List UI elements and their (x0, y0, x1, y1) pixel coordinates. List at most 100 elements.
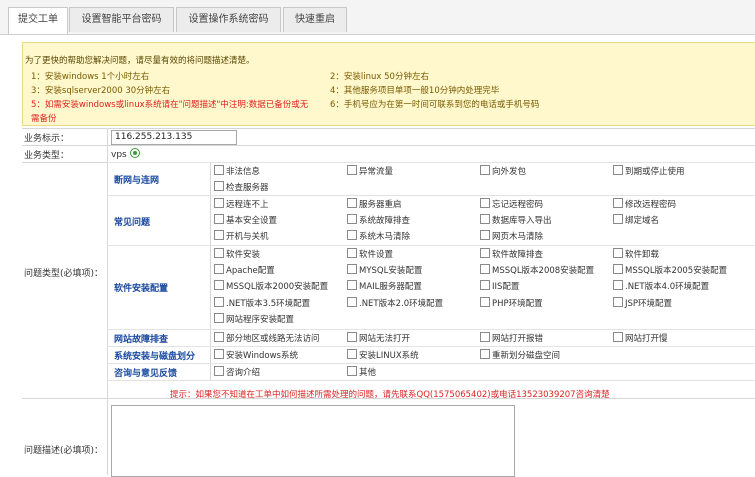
option-label: 系统故障排查 (359, 216, 411, 226)
option-label: 服务器重启 (359, 200, 402, 210)
option-label: 软件设置 (359, 250, 394, 260)
option-label: 安装LINUX系统 (359, 351, 419, 361)
option-checkbox[interactable]: 网页木马清除 (480, 230, 543, 242)
option-label: 绑定域名 (625, 216, 660, 226)
notice-item: 4：其他服务项目单项一般10分钟内处理完毕 (330, 86, 500, 96)
option-label: PHP环境配置 (492, 299, 543, 309)
option-checkbox[interactable]: .NET版本2.0环境配置 (347, 297, 443, 309)
option-checkbox[interactable]: 安装LINUX系统 (347, 349, 419, 361)
option-checkbox[interactable]: JSP环境配置 (613, 297, 672, 309)
option-checkbox[interactable]: 基本安全设置 (214, 214, 277, 226)
option-checkbox[interactable]: 部分地区或线路无法访问 (214, 332, 320, 344)
option-label: 软件故障排查 (492, 250, 544, 260)
notice-item: 1：安装windows 1个小时左右 (31, 72, 150, 82)
option-label: MSSQL版本2005安装配置 (625, 266, 728, 276)
checkbox-icon (347, 248, 357, 258)
checkbox-icon (347, 349, 357, 359)
option-label: 软件卸载 (625, 250, 660, 260)
notice-item: 3：安装sqlserver2000 30分钟左右 (31, 86, 171, 96)
notice-item: 需备份 (31, 114, 57, 124)
checkbox-icon (214, 332, 224, 342)
tab-os-password[interactable]: 设置操作系统密码 (176, 7, 281, 32)
checkbox-icon (480, 198, 490, 208)
option-checkbox[interactable]: 咨询介绍 (214, 366, 260, 378)
biz-id-label: 业务标示： (24, 134, 70, 144)
option-label: 网站打开报错 (492, 334, 544, 344)
option-checkbox[interactable]: 重新划分磁盘空间 (480, 349, 560, 361)
option-label: 开机与关机 (226, 232, 269, 242)
checkbox-icon (613, 248, 623, 258)
option-checkbox[interactable]: 服务器重启 (347, 198, 402, 210)
option-checkbox[interactable]: 开机与关机 (214, 230, 269, 242)
option-checkbox[interactable]: 绑定域名 (613, 214, 659, 226)
option-checkbox[interactable]: 系统木马清除 (347, 230, 410, 242)
option-checkbox[interactable]: .NET版本4.0环境配置 (613, 280, 709, 292)
option-label: 其他 (359, 368, 377, 378)
option-checkbox[interactable]: Apache配置 (214, 264, 275, 276)
option-label: .NET版本3.5环境配置 (226, 299, 311, 309)
tab-submit-ticket[interactable]: 提交工单 (8, 7, 68, 34)
notice-item: 5：如需安装windows或linux系统请在"问题描述"中注明:数据已备份或无 (31, 100, 309, 110)
checkbox-icon (347, 297, 357, 307)
option-checkbox[interactable]: MSSQL版本2000安装配置 (214, 280, 328, 292)
option-checkbox[interactable]: 网站打开报错 (480, 332, 543, 344)
option-label: MSSQL版本2000安装配置 (226, 282, 329, 292)
option-label: 咨询介绍 (226, 368, 261, 378)
option-label: 安装Windows系统 (226, 351, 298, 361)
option-label: 部分地区或线路无法访问 (226, 334, 320, 344)
option-checkbox[interactable]: 其他 (347, 366, 376, 378)
option-checkbox[interactable]: MAIL服务器配置 (347, 280, 422, 292)
option-label: 数据库导入导出 (492, 216, 552, 226)
option-label: 软件安装 (226, 250, 261, 260)
checkbox-icon (214, 313, 224, 323)
tab-quick-restart[interactable]: 快速重启 (283, 7, 347, 32)
option-checkbox[interactable]: 数据库导入导出 (480, 214, 552, 226)
option-checkbox[interactable]: IIS配置 (480, 280, 519, 292)
row-divider (22, 145, 755, 146)
option-checkbox[interactable]: 网站打开慢 (613, 332, 668, 344)
option-checkbox[interactable]: 软件安装 (214, 248, 260, 260)
option-checkbox[interactable]: 检查服务器 (214, 181, 269, 193)
biz-id-input[interactable]: 116.255.213.135 (111, 130, 237, 145)
option-checkbox[interactable]: 安装Windows系统 (214, 349, 298, 361)
option-label: MAIL服务器配置 (359, 282, 422, 292)
option-checkbox[interactable]: 到期或停止使用 (613, 165, 685, 177)
option-checkbox[interactable]: 软件设置 (347, 248, 393, 260)
column-divider (107, 128, 108, 475)
option-checkbox[interactable]: MYSQL安装配置 (347, 264, 422, 276)
help-tip: 提示：如果您不知道在工单中如何描述所需处理的问题，请先联系QQ(15750654… (170, 390, 610, 400)
biz-type-radio[interactable]: vps (111, 148, 140, 160)
option-checkbox[interactable]: 修改远程密码 (613, 198, 676, 210)
option-checkbox[interactable]: 网站无法打开 (347, 332, 410, 344)
option-checkbox[interactable]: 软件卸载 (613, 248, 659, 260)
option-checkbox[interactable]: MSSQL版本2005安装配置 (613, 264, 727, 276)
checkbox-icon (214, 230, 224, 240)
row-divider (107, 363, 755, 364)
option-label: JSP环境配置 (625, 299, 673, 309)
row-divider (107, 162, 755, 163)
notice-item: 6：手机号应为在第一时间可联系到您的电话或手机号码 (330, 100, 540, 110)
checkbox-icon (214, 248, 224, 258)
checkbox-icon (347, 280, 357, 290)
option-checkbox[interactable]: 非法信息 (214, 165, 260, 177)
checkbox-icon (480, 165, 490, 175)
checkbox-icon (214, 198, 224, 208)
option-label: 非法信息 (226, 167, 261, 177)
row-divider (22, 128, 755, 129)
option-checkbox[interactable]: 异常流量 (347, 165, 393, 177)
option-checkbox[interactable]: 系统故障排查 (347, 214, 410, 226)
option-checkbox[interactable]: MSSQL版本2008安装配置 (480, 264, 594, 276)
option-label: 基本安全设置 (226, 216, 278, 226)
tab-platform-password[interactable]: 设置智能平台密码 (69, 7, 174, 32)
biz-type-label: 业务类型： (24, 151, 70, 161)
option-checkbox[interactable]: 向外发包 (480, 165, 526, 177)
option-checkbox[interactable]: 远程连不上 (214, 198, 269, 210)
option-checkbox[interactable]: 忘记远程密码 (480, 198, 543, 210)
option-checkbox[interactable]: 软件故障排查 (480, 248, 543, 260)
radio-selected-icon (129, 148, 140, 158)
option-checkbox[interactable]: .NET版本3.5环境配置 (214, 297, 310, 309)
option-checkbox[interactable]: PHP环境配置 (480, 297, 543, 309)
option-checkbox[interactable]: 网站程序安装配置 (214, 313, 294, 325)
description-textarea[interactable] (111, 405, 515, 477)
checkbox-icon (347, 264, 357, 274)
